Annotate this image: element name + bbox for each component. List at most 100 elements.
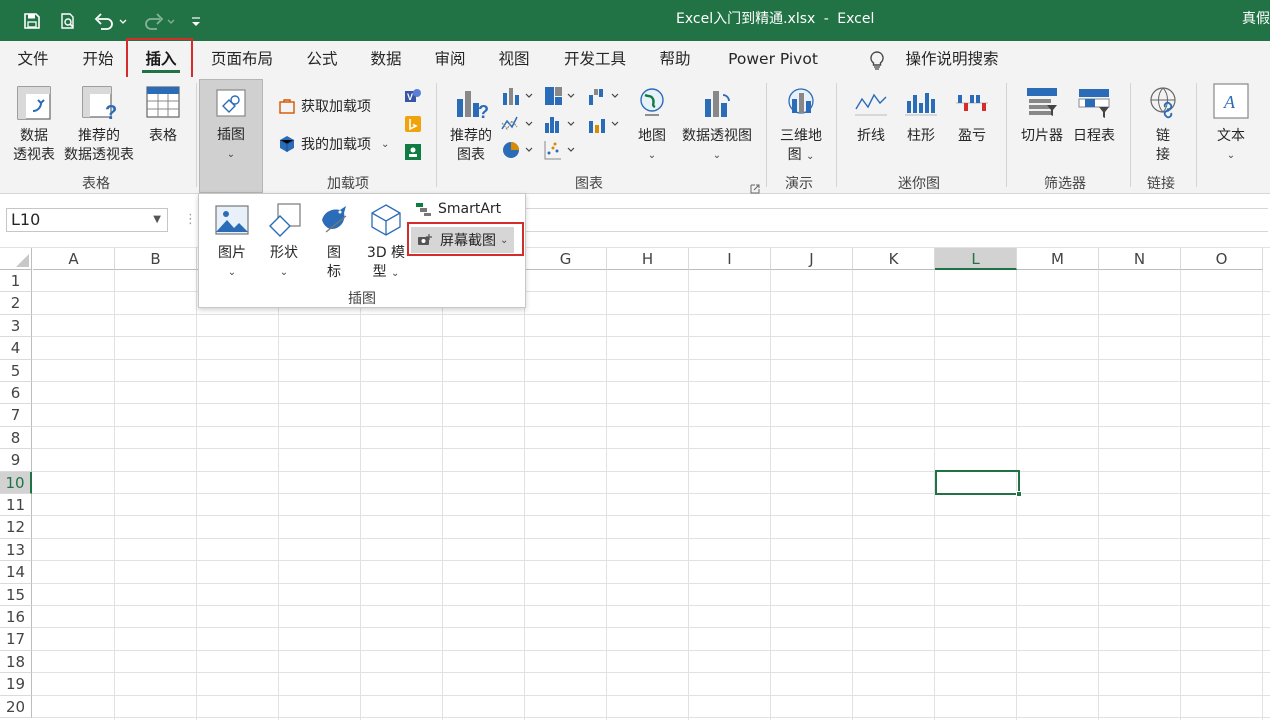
text-button[interactable]: A 文本 ⌄ <box>1206 81 1256 165</box>
column-header-A[interactable]: A <box>33 248 115 270</box>
slicer-label: 切片器 <box>1021 128 1063 144</box>
tab-view[interactable]: 视图 <box>492 41 536 77</box>
column-header-J[interactable]: J <box>771 248 853 270</box>
slicer-button[interactable]: 切片器 <box>1016 85 1068 146</box>
more-options-icon[interactable]: ⋮ <box>184 212 197 227</box>
select-all-corner[interactable] <box>0 248 32 270</box>
name-box[interactable]: L10 ▼ <box>6 208 168 232</box>
shapes-button[interactable]: 形状 ⌄ <box>261 202 307 282</box>
customize-toolbar-icon[interactable] <box>186 7 206 35</box>
row-header-10[interactable]: 10 <box>0 471 32 494</box>
row-header-12[interactable]: 12 <box>0 516 32 539</box>
tab-help[interactable]: 帮助 <box>652 41 698 77</box>
chevron-down-icon: ⌄ <box>647 150 657 161</box>
row-header-2[interactable]: 2 <box>0 292 32 315</box>
screenshot-button[interactable]: 屏幕截图 ⌄ <box>411 227 515 253</box>
scatter-chart-button[interactable] <box>542 139 578 161</box>
row-header-6[interactable]: 6 <box>0 382 32 405</box>
row-header-5[interactable]: 5 <box>0 359 32 382</box>
row-header-20[interactable]: 20 <box>0 695 32 718</box>
illustrations-button[interactable]: 插图 ⌄ <box>199 79 263 193</box>
row-header-14[interactable]: 14 <box>0 561 32 584</box>
line-chart-button[interactable] <box>500 113 536 135</box>
row-header-3[interactable]: 3 <box>0 314 32 338</box>
sparkline-winloss-button[interactable]: 盈亏 <box>948 85 996 146</box>
tab-insert[interactable]: 插入 <box>134 41 188 77</box>
row-header-8[interactable]: 8 <box>0 426 32 450</box>
tab-page-layout[interactable]: 页面布局 <box>202 41 282 77</box>
fill-handle[interactable] <box>1016 491 1022 497</box>
sparkline-column-button[interactable]: 柱形 <box>898 85 944 146</box>
recommended-pivot-label-2: 数据透视表 <box>64 147 134 163</box>
column-header-K[interactable]: K <box>853 248 935 270</box>
print-preview-icon[interactable] <box>54 7 82 35</box>
pivot-chart-button[interactable]: 数据透视图 ⌄ <box>678 85 756 165</box>
tab-data[interactable]: 数据 <box>364 41 408 77</box>
column-header-I[interactable]: I <box>689 248 771 270</box>
column-header-L[interactable]: L <box>935 248 1017 270</box>
pivot-table-button[interactable]: 数据 透视表 <box>8 85 60 165</box>
row-header-16[interactable]: 16 <box>0 606 32 629</box>
column-header-M[interactable]: M <box>1017 248 1099 270</box>
row-header-17[interactable]: 17 <box>0 628 32 651</box>
3d-models-button[interactable]: 3D 模 型 ⌄ <box>363 202 409 283</box>
row-header-13[interactable]: 13 <box>0 538 32 562</box>
column-header-O[interactable]: O <box>1181 248 1263 270</box>
tab-developer[interactable]: 开发工具 <box>556 41 634 77</box>
row-header-11[interactable]: 11 <box>0 494 32 517</box>
people-graph-icon[interactable] <box>404 143 422 161</box>
row-header-19[interactable]: 19 <box>0 673 32 696</box>
tab-review[interactable]: 审阅 <box>428 41 472 77</box>
column-chart-button[interactable] <box>500 85 536 107</box>
pie-chart-button[interactable] <box>500 139 536 161</box>
bing-icon[interactable] <box>404 115 422 133</box>
tab-power-pivot[interactable]: Power Pivot <box>720 41 826 77</box>
timeline-button[interactable]: 日程表 <box>1070 85 1118 146</box>
hierarchy-chart-button[interactable] <box>542 85 578 107</box>
column-header-H[interactable]: H <box>607 248 689 270</box>
3d-map-button[interactable]: 三维地 图 ⌄ <box>774 85 828 166</box>
tab-file[interactable]: 文件 <box>8 41 58 77</box>
row-header-15[interactable]: 15 <box>0 583 32 606</box>
icons-button[interactable]: 图 标 <box>313 202 355 282</box>
row-header-7[interactable]: 7 <box>0 404 32 427</box>
active-cell-L10[interactable] <box>935 470 1022 497</box>
statistic-chart-button[interactable] <box>542 113 578 135</box>
tell-me-search[interactable]: 操作说明搜索 <box>900 41 1004 77</box>
svg-text:A: A <box>1223 92 1236 112</box>
row-header-1[interactable]: 1 <box>0 270 32 293</box>
lightbulb-icon <box>866 49 888 71</box>
sparkline-line-button[interactable]: 折线 <box>848 85 894 146</box>
tab-formulas[interactable]: 公式 <box>300 41 344 77</box>
undo-icon[interactable] <box>90 7 130 35</box>
row-header-4[interactable]: 4 <box>0 337 32 360</box>
column-header-G[interactable]: G <box>525 248 607 270</box>
row-header-9[interactable]: 9 <box>0 449 32 472</box>
picture-button[interactable]: 图片 ⌄ <box>209 202 255 282</box>
sparkline-line-label: 折线 <box>857 128 885 144</box>
save-icon[interactable] <box>18 7 46 35</box>
worksheet-grid[interactable]: ABCDEFGHIJKLMNO 123456789101112131415161… <box>0 248 1270 720</box>
recommended-charts-button[interactable]: ? 推荐的 图表 <box>446 85 496 165</box>
dialog-launcher-icon[interactable] <box>750 179 760 194</box>
get-addins-button[interactable]: 获取加载项 <box>278 96 371 116</box>
table-button[interactable]: 表格 <box>140 85 186 146</box>
row-header-18[interactable]: 18 <box>0 650 32 674</box>
row-gridline <box>32 448 1270 450</box>
screenshot-label: 屏幕截图 <box>440 233 496 249</box>
my-addins-button[interactable]: 我的加载项 ⌄ <box>278 134 389 154</box>
user-name[interactable]: 真假 <box>1242 0 1270 41</box>
recommended-pivot-button[interactable]: ? 推荐的 数据透视表 <box>60 85 138 165</box>
smartart-button[interactable]: SmartArt <box>415 201 501 217</box>
link-button[interactable]: 链 接 <box>1140 85 1186 165</box>
combo-chart-button[interactable] <box>586 113 622 135</box>
column-header-B[interactable]: B <box>115 248 197 270</box>
tab-home[interactable]: 开始 <box>73 41 123 77</box>
redo-icon[interactable] <box>138 7 178 35</box>
map-chart-button[interactable]: 地图 ⌄ <box>632 85 672 165</box>
visio-icon[interactable]: V <box>404 87 422 105</box>
column-header-N[interactable]: N <box>1099 248 1181 270</box>
column-gridline <box>934 270 935 720</box>
waterfall-chart-button[interactable] <box>586 85 622 107</box>
chevron-down-icon[interactable]: ▼ <box>153 209 161 231</box>
